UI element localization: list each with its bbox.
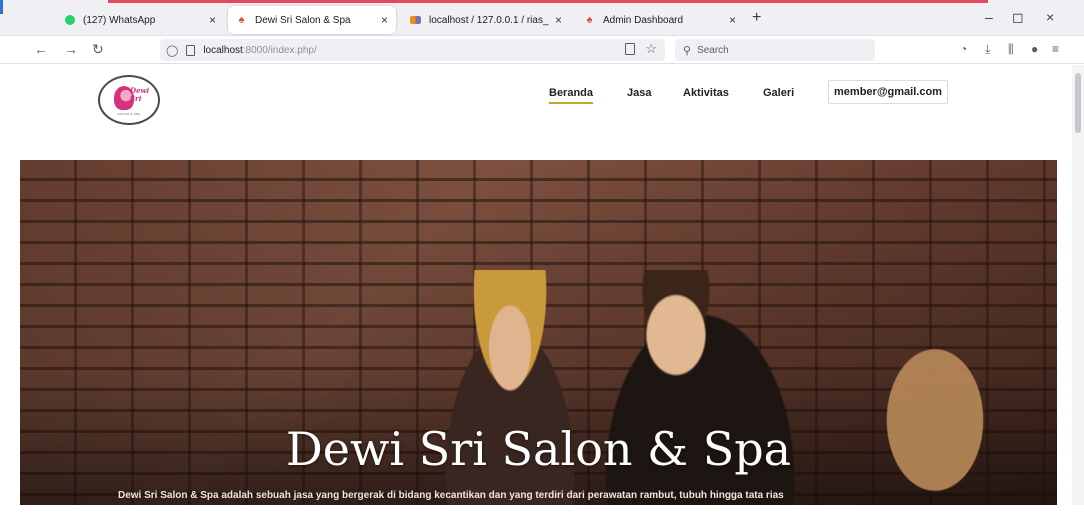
reader-view-icon[interactable] xyxy=(625,43,635,55)
close-tab-icon[interactable]: × xyxy=(209,13,216,27)
whatsapp-icon xyxy=(64,15,75,26)
hero-title: Dewi Sri Salon & Spa xyxy=(285,422,792,476)
nav-aktivitas[interactable]: Aktivitas xyxy=(683,87,729,99)
tab-dewi-sri[interactable]: ♠ Dewi Sri Salon & Spa × xyxy=(228,6,396,34)
nav-jasa[interactable]: Jasa xyxy=(627,87,651,99)
browser-tabstrip: (127) WhatsApp × ♠ Dewi Sri Salon & Spa … xyxy=(0,0,1084,36)
search-placeholder: Search xyxy=(697,44,729,56)
pocket-icon[interactable]: ◔ xyxy=(960,42,967,56)
page-bottom xyxy=(0,505,1084,520)
bookmark-star-icon[interactable]: ☆ xyxy=(645,41,657,57)
tab-label: Admin Dashboard xyxy=(603,14,684,26)
web-page: Dewi Sri SALON & SPA Beranda Jasa Aktivi… xyxy=(0,65,1084,520)
tab-phpmyadmin[interactable]: localhost / 127.0.0.1 / rias_peng × xyxy=(402,6,570,34)
salon-icon: ♠ xyxy=(586,13,593,26)
search-icon: ⚲ xyxy=(683,44,692,57)
close-window-button[interactable]: × xyxy=(1046,9,1054,25)
tab-indicator-line xyxy=(108,0,988,3)
nav-galeri[interactable]: Galeri xyxy=(763,87,794,99)
reload-button[interactable]: ↻ xyxy=(92,41,104,58)
account-icon[interactable]: ● xyxy=(1031,42,1038,56)
close-tab-icon[interactable]: × xyxy=(381,13,388,27)
back-button[interactable]: ← xyxy=(34,41,48,57)
phpmyadmin-icon xyxy=(410,15,421,26)
scrollbar[interactable] xyxy=(1072,65,1084,505)
search-input[interactable]: ⚲ Search xyxy=(675,39,875,61)
salon-icon: ♠ xyxy=(238,13,245,26)
tab-label: (127) WhatsApp xyxy=(83,14,156,26)
browser-navbar: ← → ↻ ◯ localhost :8000/index.php/ ☆ ⚲ S… xyxy=(0,36,1084,64)
tracking-shield-icon[interactable]: ◯ xyxy=(166,44,178,57)
new-tab-button[interactable]: + xyxy=(752,9,761,27)
close-tab-icon[interactable]: × xyxy=(555,13,562,27)
minimize-button[interactable]: – xyxy=(985,9,993,25)
window-accent xyxy=(0,0,3,14)
forward-button[interactable]: → xyxy=(64,41,78,57)
logo-subtitle: SALON & SPA xyxy=(117,112,141,116)
url-bar[interactable]: ◯ localhost :8000/index.php/ ☆ xyxy=(160,39,665,61)
hero-description: Dewi Sri Salon & Spa adalah sebuah jasa … xyxy=(118,490,784,501)
hero-banner: Dewi Sri Salon & Spa Dewi Sri Salon & Sp… xyxy=(20,160,1057,505)
menu-icon[interactable]: ≡ xyxy=(1052,42,1059,56)
tab-label: localhost / 127.0.0.1 / rias_peng xyxy=(429,14,549,26)
site-logo[interactable]: Dewi Sri SALON & SPA xyxy=(98,75,160,125)
page-info-icon[interactable] xyxy=(186,44,196,56)
download-icon[interactable]: ⤓ xyxy=(985,42,990,57)
maximize-button[interactable]: ◻ xyxy=(1012,9,1024,26)
logo-text: Dewi Sri xyxy=(130,86,150,103)
library-icon[interactable]: ⫼ xyxy=(1008,42,1014,57)
scrollbar-thumb[interactable] xyxy=(1075,73,1081,133)
close-tab-icon[interactable]: × xyxy=(729,13,736,27)
tab-whatsapp[interactable]: (127) WhatsApp × xyxy=(56,6,224,34)
tab-label: Dewi Sri Salon & Spa xyxy=(255,14,351,26)
nav-beranda[interactable]: Beranda xyxy=(549,87,594,104)
tab-admin-dashboard[interactable]: ♠ Admin Dashboard × xyxy=(576,6,744,34)
url-host: localhost xyxy=(203,44,243,56)
member-account-button[interactable]: member@gmail.com xyxy=(828,80,948,104)
url-path: :8000/index.php/ xyxy=(242,44,317,56)
